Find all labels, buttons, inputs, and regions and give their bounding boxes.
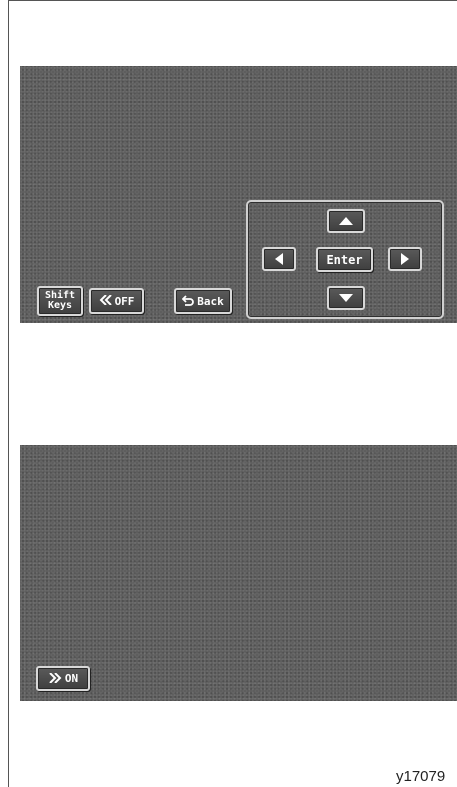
shift-keys-label-line2: Keys [47,300,73,311]
triangle-right-icon [401,253,409,265]
enter-button[interactable]: Enter [316,247,373,272]
return-arrow-icon [181,294,195,308]
left-arrow-button[interactable] [262,247,296,271]
on-button-label: ON [64,672,79,685]
figure-code: y17079 [396,768,446,785]
up-arrow-button[interactable] [327,209,365,233]
bottom-screen: ON [20,445,457,701]
off-button[interactable]: OFF [89,288,144,314]
triangle-down-icon [339,294,353,302]
direction-pad: Enter [246,200,444,319]
double-chevron-right-icon [48,671,62,685]
double-chevron-left-icon [99,294,113,307]
down-arrow-button[interactable] [327,286,365,310]
on-button[interactable]: ON [36,666,90,691]
off-button-label: OFF [114,294,135,308]
triangle-left-icon [275,253,283,265]
top-screen: Shift Keys OFF Back Enter [20,66,457,323]
shift-keys-button[interactable]: Shift Keys [37,286,83,316]
right-arrow-button[interactable] [388,247,422,271]
enter-button-label: Enter [326,252,363,267]
triangle-up-icon [339,217,353,225]
back-button-label: Back [197,294,224,308]
back-button[interactable]: Back [174,288,232,314]
